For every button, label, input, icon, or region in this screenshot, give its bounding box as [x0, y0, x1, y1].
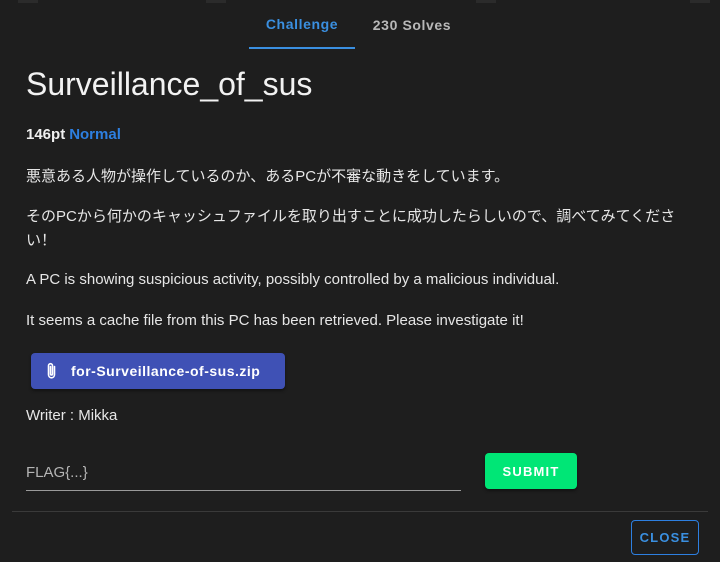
- footer-divider: [12, 511, 708, 512]
- difficulty-badge: Normal: [69, 126, 121, 143]
- description-paragraph: It seems a cache file from this PC has b…: [26, 312, 524, 329]
- writer-label: Writer : Mikka: [26, 407, 118, 424]
- tab-challenge[interactable]: Challenge: [249, 0, 355, 49]
- top-edge-decoration: [18, 0, 38, 3]
- challenge-title: Surveillance_of_sus: [26, 66, 313, 102]
- flag-field-container: [26, 456, 461, 491]
- top-edge-decoration: [690, 0, 710, 3]
- dialog-tabs: Challenge 230 Solves: [249, 0, 469, 49]
- description-paragraph: A PC is showing suspicious activity, pos…: [26, 271, 560, 288]
- description-paragraph: そのPCから何かのキャッシュファイルを取り出すことに成功したらしいので、調べてみ…: [26, 208, 676, 249]
- tab-solves[interactable]: 230 Solves: [355, 0, 469, 49]
- flag-input[interactable]: [26, 456, 461, 488]
- download-file-button[interactable]: for-Surveillance-of-sus.zip: [31, 353, 285, 389]
- paperclip-icon: [44, 362, 60, 380]
- challenge-dialog: Challenge 230 Solves Surveillance_of_sus…: [0, 0, 720, 562]
- file-name-label: for-Surveillance-of-sus.zip: [71, 363, 261, 379]
- close-button[interactable]: CLOSE: [631, 520, 699, 555]
- top-edge-decoration: [206, 0, 226, 3]
- challenge-meta: 146pt Normal: [26, 125, 121, 145]
- submit-button[interactable]: SUBMIT: [485, 453, 577, 489]
- points-label: 146pt: [26, 126, 66, 143]
- description-paragraph: 悪意ある人物が操作しているのか、あるPCが不審な動きをしています。: [26, 168, 510, 185]
- top-edge-decoration: [476, 0, 496, 3]
